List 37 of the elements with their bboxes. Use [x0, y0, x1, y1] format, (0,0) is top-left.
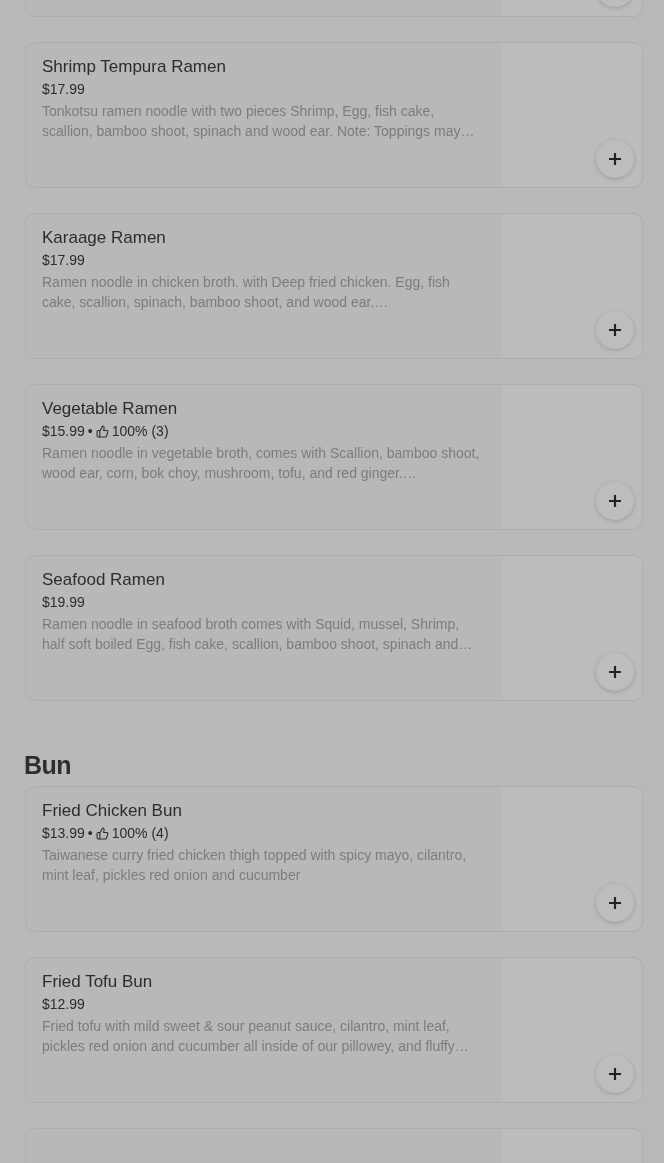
item-name: Karaage Ramen [42, 228, 167, 248]
plus-icon [608, 1067, 622, 1081]
item-price: $19.99 [42, 594, 85, 610]
section-heading: Bun [24, 751, 73, 780]
plus-icon [608, 323, 622, 337]
menu-item-card[interactable]: Fried Chicken Bun $13.99 • 100% (4) Taiwanese curry fried chicken thigh topped with spicy mayo, cilantro, mint leaf, pickles red onion and cucumber [25, 786, 643, 932]
item-price: $15.99 [42, 423, 85, 439]
item-name: Seafood Ramen [42, 570, 166, 590]
item-name: Vegetable Ramen [42, 399, 179, 419]
plus-icon [608, 665, 622, 679]
thumbs-up-icon [95, 826, 109, 840]
item-description: Taiwanese curry fried chicken thigh topped with spicy mayo, cilantro, mint leaf, pickles red onion and cucumber [42, 846, 468, 885]
plus-icon [608, 896, 622, 910]
item-description: Tonkotsu ramen noodle with two pieces Shrimp, Egg, fish cake, scallion, bamboo shoot, spinach and wood ear. Note: Toppings may… [42, 102, 476, 141]
item-price: $12.99 [42, 996, 85, 1012]
plus-icon [608, 152, 622, 166]
item-price: $17.99 [42, 81, 85, 97]
item-description: Ramen noodle in seafood broth comes with Squid, mussel, Shrimp, half soft boiled Egg, fish cake, scallion, bamboo shoot, spinach and… [42, 615, 474, 654]
item-rating: 100% (3) [111, 423, 169, 439]
item-name: Fried Chicken Bun [42, 801, 183, 821]
separator-dot: • [87, 825, 93, 841]
separator-dot: • [87, 423, 93, 439]
item-rating: 100% (4) [111, 825, 169, 841]
plus-icon [608, 494, 622, 508]
menu-item-card[interactable]: Vegetable Ramen $15.99 • 100% (3) Ramen noodle in vegetable broth, comes with Scallion, bamboo shoot, wood ear, corn, bok choy, mushroom, tofu, and red ginger.… [25, 384, 643, 530]
item-description: Ramen noodle in vegetable broth, comes with Scallion, bamboo shoot, wood ear, corn, bok choy, mushroom, tofu, and red ginger.… [42, 444, 481, 483]
item-name: Shrimp Tempura Ramen [42, 57, 227, 77]
menu-item-card[interactable]: Shrimp Tempura Ramen $17.99 Tonkotsu ramen noodle with two pieces Shrimp, Egg, fish cake, scallion, bamboo shoot, spinach and wood ear. Note: Toppings may… [25, 42, 643, 188]
menu-item-card[interactable]: Karaage Ramen $17.99 Ramen noodle in chicken broth. with Deep fried chicken. Egg, fish cake, scallion, spinach, bamboo shoot, and wood ear.… [25, 213, 643, 359]
item-description: Ramen noodle in chicken broth. with Deep fried chicken. Egg, fish cake, scallion, spinach, bamboo shoot, and wood ear.… [42, 273, 451, 312]
menu-item-card[interactable]: Seafood Ramen $19.99 Ramen noodle in seafood broth comes with Squid, mussel, Shrimp, half soft boiled Egg, fish cake, scallion, bamboo shoot, spinach and… [25, 555, 643, 701]
item-description: Fried tofu with mild sweet & sour peanut sauce, cilantro, mint leaf, pickles red onion and cucumber all inside of our pillowey, and fluffy… [42, 1017, 470, 1056]
item-name: Fried Tofu Bun [42, 972, 154, 992]
item-price: $13.99 [42, 825, 85, 841]
menu-item-card[interactable]: Fried Tofu Bun $12.99 Fried tofu with mild sweet & sour peanut sauce, cilantro, mint leaf, pickles red onion and cucumber all inside of our pillowey, and fluffy… [25, 957, 643, 1103]
item-price: $17.99 [42, 252, 85, 268]
thumbs-up-icon [95, 424, 109, 438]
